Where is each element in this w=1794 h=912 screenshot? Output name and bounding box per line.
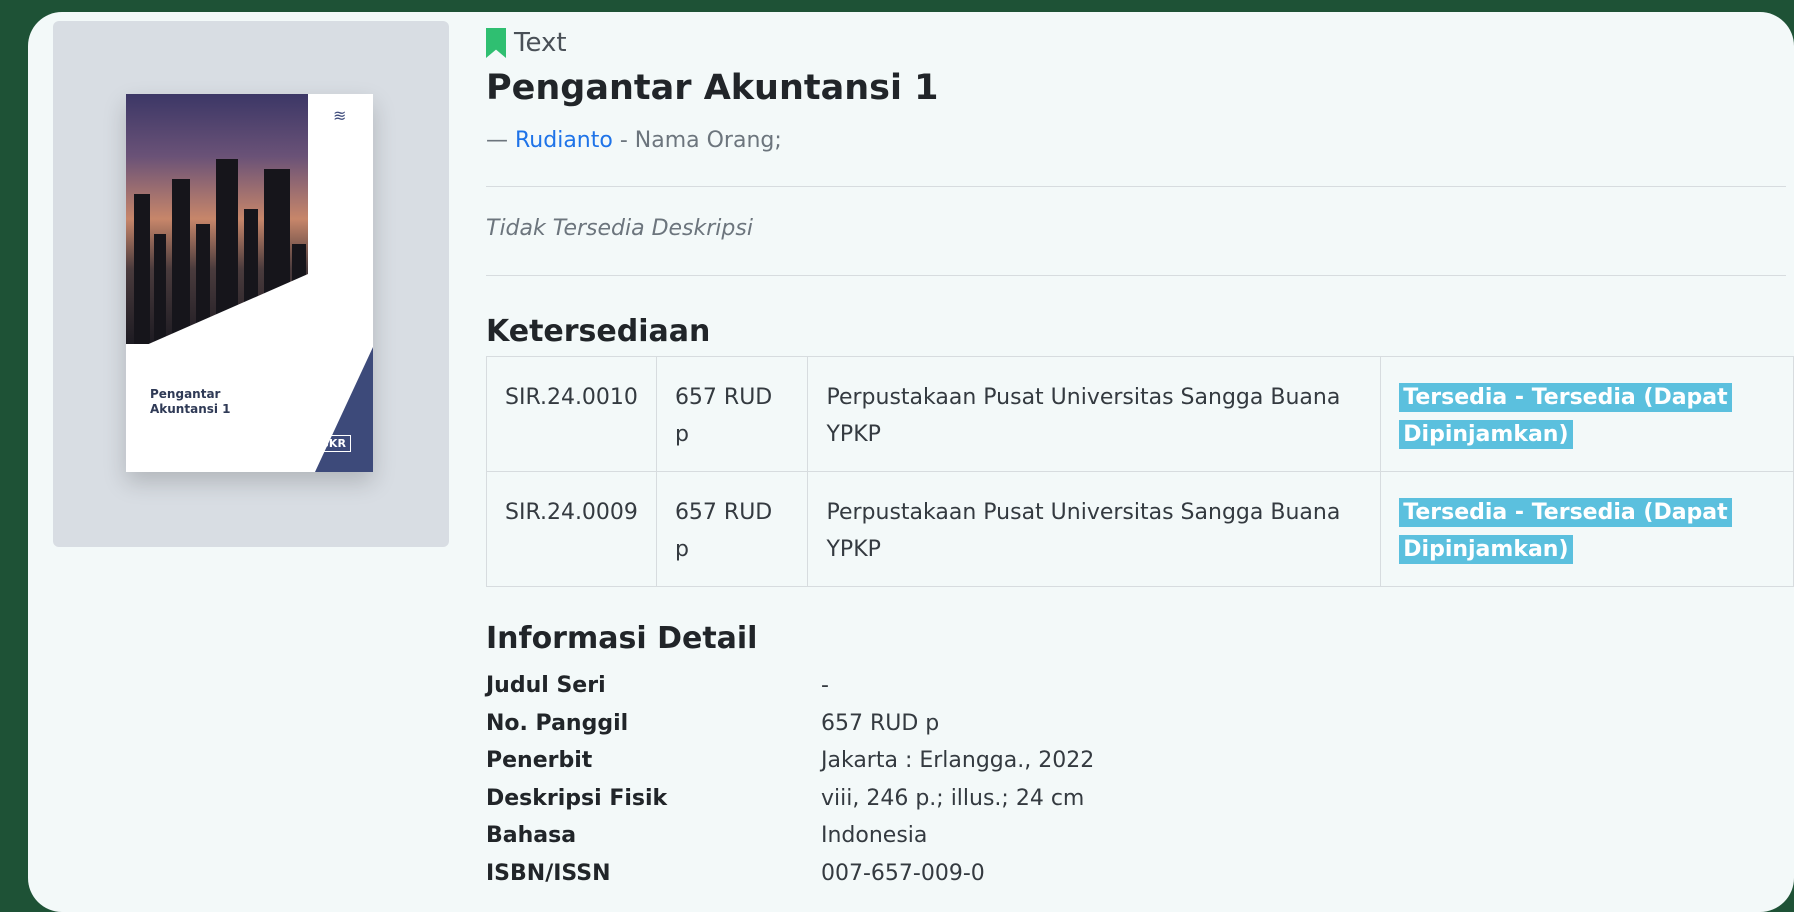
table-row: SIR.24.0009 657 RUD p Perpustakaan Pusat… [486, 471, 1794, 587]
detail-row-publisher: Penerbit Jakarta : Erlangga., 2022 [486, 742, 1094, 780]
detail-heading: Informasi Detail [486, 621, 758, 656]
detail-value: - [821, 673, 829, 699]
bookmark-icon [486, 28, 506, 58]
cover-title: Pengantar Akuntansi 1 [150, 387, 231, 416]
call-number-cell: 657 RUD p [655, 356, 809, 472]
author-link[interactable]: Rudianto [515, 128, 613, 153]
item-code-cell: SIR.24.0009 [486, 471, 657, 587]
detail-row-language: Bahasa Indonesia [486, 817, 1094, 855]
detail-label: Penerbit [486, 748, 593, 774]
author-prefix: — [486, 128, 508, 153]
status-cell: Tersedia - Tersedia (Dapat Dipinjamkan) [1380, 471, 1794, 587]
call-number-cell: 657 RUD p [655, 471, 809, 587]
detail-label: Bahasa [486, 823, 577, 849]
detail-row-isbn: ISBN/ISSN 007-657-009-0 [486, 855, 1094, 893]
cover-logo-icon: ≋ [333, 106, 347, 125]
record-type-label: Text [514, 28, 567, 58]
status-badge: Tersedia - Tersedia (Dapat Dipinjamkan) [1399, 498, 1732, 564]
status-badge: Tersedia - Tersedia (Dapat Dipinjamkan) [1399, 383, 1732, 449]
item-code-cell: SIR.24.0010 [486, 356, 657, 472]
location-cell: Perpustakaan Pusat Universitas Sangga Bu… [807, 471, 1382, 587]
cover-accent-triangle [315, 347, 373, 472]
detail-label: Deskripsi Fisik [486, 785, 668, 811]
detail-label: Judul Seri [486, 673, 606, 699]
availability-table: SIR.24.0010 657 RUD p Perpustakaan Pusat… [486, 356, 1794, 587]
author-line: — Rudianto - Nama Orang; [486, 128, 782, 153]
table-row: SIR.24.0010 657 RUD p Perpustakaan Pusat… [486, 356, 1794, 472]
location-cell: Perpustakaan Pusat Universitas Sangga Bu… [807, 356, 1382, 472]
detail-row-call-number: No. Panggil 657 RUD p [486, 705, 1094, 743]
cover-publisher-mark: SKR [316, 435, 351, 452]
book-cover-image[interactable]: ≋ Pengantar Akuntansi 1 SKR [126, 94, 373, 472]
cover-container: ≋ Pengantar Akuntansi 1 SKR [53, 21, 449, 547]
detail-value: 657 RUD p [821, 710, 940, 736]
record-title: Pengantar Akuntansi 1 [486, 68, 939, 108]
detail-value: viii, 246 p.; illus.; 24 cm [821, 785, 1085, 811]
detail-value: 007-657-009-0 [821, 860, 985, 886]
divider [486, 275, 1786, 276]
record-type: Text [486, 28, 567, 58]
detail-row-physical: Deskripsi Fisik viii, 246 p.; illus.; 24… [486, 780, 1094, 818]
detail-value: Jakarta : Erlangga., 2022 [821, 748, 1095, 774]
availability-heading: Ketersediaan [486, 314, 711, 349]
detail-value: Indonesia [821, 823, 928, 849]
detail-label: No. Panggil [486, 710, 629, 736]
divider [486, 186, 1786, 187]
detail-list: Judul Seri - No. Panggil 657 RUD p Pener… [486, 667, 1094, 892]
detail-label: ISBN/ISSN [486, 860, 611, 886]
record-description: Tidak Tersedia Deskripsi [486, 216, 753, 241]
detail-row-series: Judul Seri - [486, 667, 1094, 705]
status-cell: Tersedia - Tersedia (Dapat Dipinjamkan) [1380, 356, 1794, 472]
author-role: - Nama Orang; [619, 128, 782, 153]
